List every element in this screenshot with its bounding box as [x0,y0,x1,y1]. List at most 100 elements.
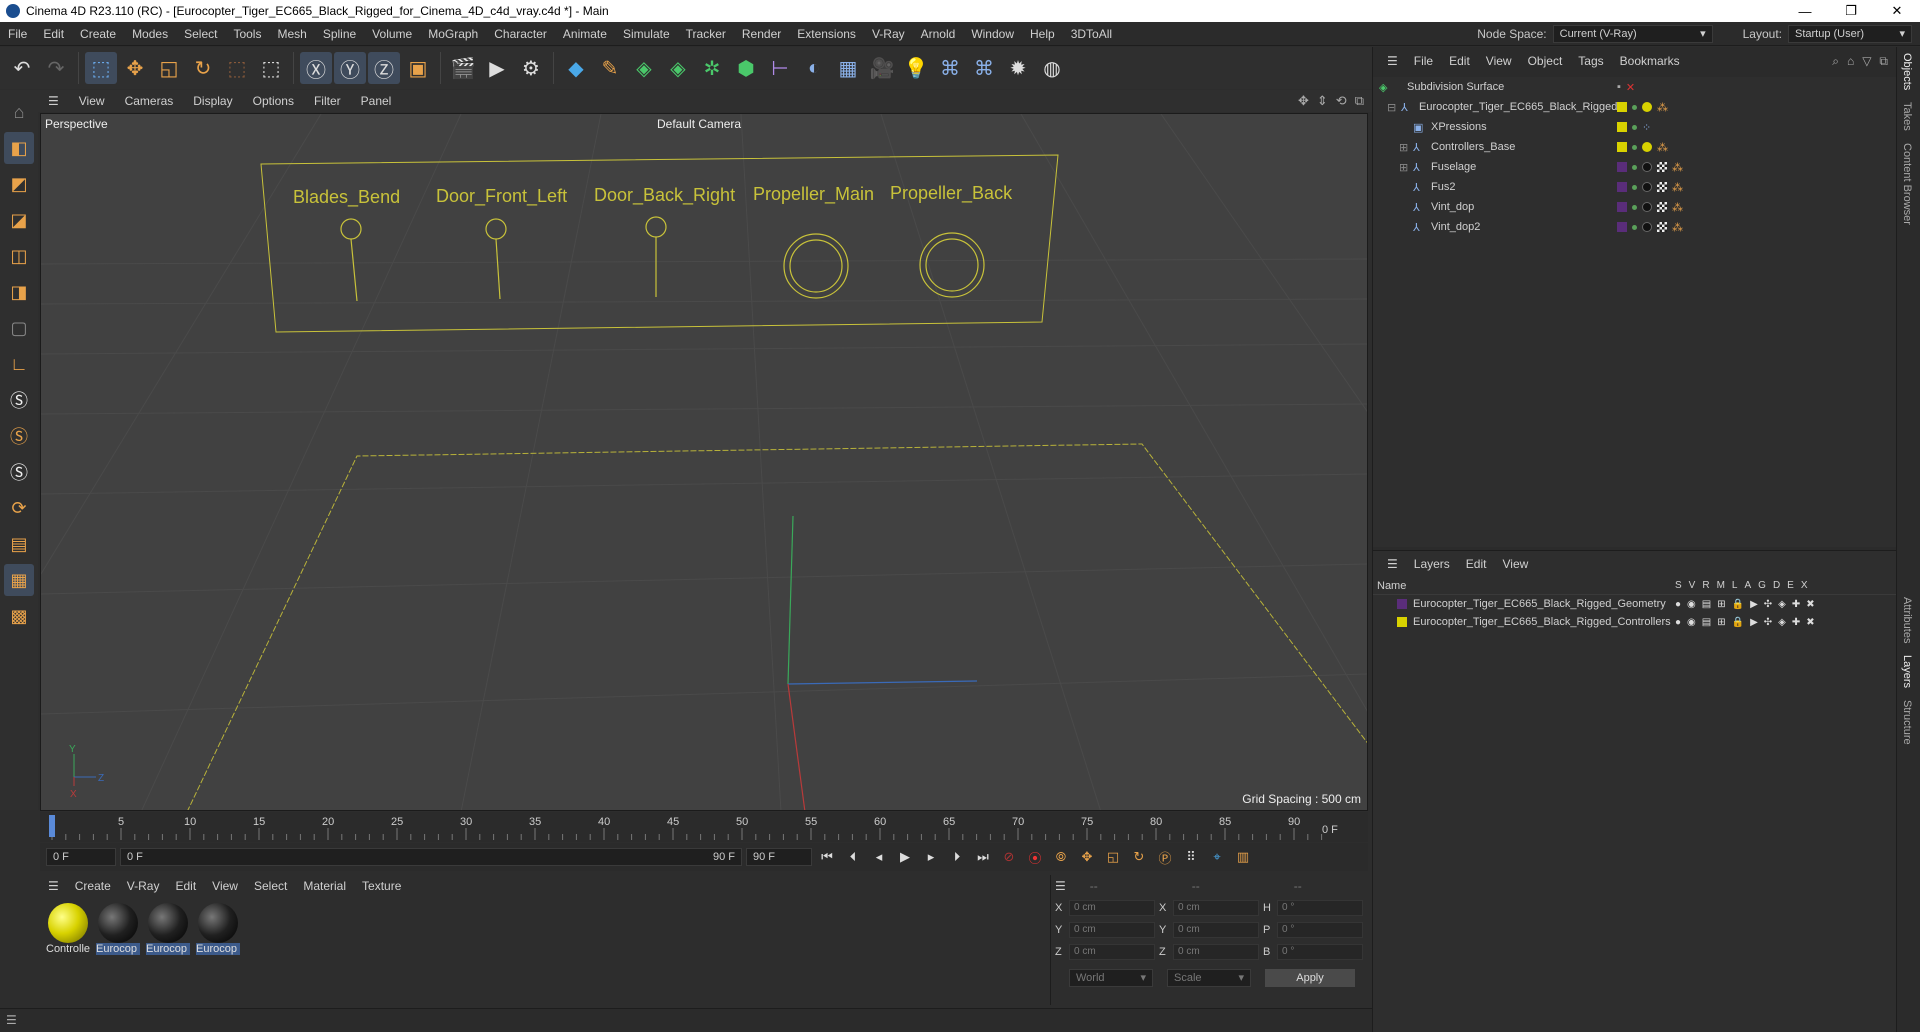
animation-icon[interactable]: ▶ [1750,617,1758,628]
material-tag-icon[interactable] [1642,102,1652,112]
xpresso-tag-icon[interactable]: ⁂ [1657,141,1668,154]
visibility-dot[interactable] [1632,104,1637,110]
coordinate-system-icon[interactable]: ▣ [402,52,434,84]
render-icon[interactable]: ▤ [1702,599,1711,610]
zoom-view-icon[interactable]: ⇕ [1317,93,1328,109]
material-menu-material[interactable]: Material [295,879,354,893]
menu-mesh[interactable]: Mesh [269,27,314,41]
menu-file[interactable]: File [0,27,35,41]
menu-mograph[interactable]: MoGraph [420,27,486,41]
viewport-menu-display[interactable]: Display [183,94,242,108]
menu-arnold[interactable]: Arnold [913,27,964,41]
points-mode-icon[interactable]: ◪ [4,204,34,236]
tab-content-browser[interactable]: Content Browser [1897,137,1917,231]
expand-icon[interactable]: ⊟ [1387,101,1396,114]
3d-viewport[interactable]: Blades_Bend Door_Front_Left Door_Back_Ri… [40,113,1368,811]
viewport-menu-options[interactable]: Options [243,94,304,108]
viewport-menu-panel[interactable]: Panel [351,94,402,108]
tab-objects[interactable]: Objects [1897,47,1917,96]
previous-key-icon[interactable]: ⏴ [842,846,864,868]
autokey-icon[interactable]: ⦿ [1024,846,1046,868]
layers-menu-layers[interactable]: Layers [1406,557,1458,571]
rotation-key-icon[interactable]: ↻ [1128,846,1150,868]
viewport-menu-view[interactable]: View [69,94,115,108]
material-tag-icon[interactable] [1642,222,1652,232]
object-row[interactable]: ◈ Subdivision Surface ▪ ✕ [1373,77,1897,97]
menu-vray[interactable]: V-Ray [864,27,913,41]
tab-takes[interactable]: Takes [1897,96,1917,137]
xpresso-tag-icon[interactable]: ⁂ [1657,101,1668,114]
film-icon[interactable]: ▥ [1232,846,1254,868]
hamburger-icon[interactable]: ☰ [40,879,67,893]
menu-animate[interactable]: Animate [555,27,615,41]
xpresso-tag-icon[interactable]: ⁂ [1672,221,1683,234]
end-frame-field[interactable]: 90 F [746,848,812,866]
vray-globe-icon[interactable]: ◍ [1036,52,1068,84]
move-icon[interactable]: ✥ [119,52,151,84]
material-menu-edit[interactable]: Edit [167,879,204,893]
layer-color-swatch[interactable] [1617,102,1627,112]
xpresso-tag-icon[interactable]: ⁘ [1642,121,1651,134]
viewport-menu-filter[interactable]: Filter [304,94,351,108]
objects-menu-object[interactable]: Object [1520,54,1571,68]
rotate-icon[interactable]: ↻ [187,52,219,84]
render-settings-icon[interactable]: ⚙ [515,52,547,84]
next-frame-icon[interactable]: ▸ [920,846,942,868]
menu-modes[interactable]: Modes [124,27,176,41]
x-axis-lock-icon[interactable]: Ⓧ [300,52,332,84]
scale-icon[interactable]: ◱ [153,52,185,84]
recent-tools-icon[interactable]: ⬚ [221,52,253,84]
rot-h-field[interactable]: 0 ° [1277,900,1363,916]
render-picture-viewer-icon[interactable]: ▶ [481,52,513,84]
record-disabled-icon[interactable]: ⊘ [998,846,1020,868]
material-swatch[interactable]: Eurocop [196,903,240,955]
rotate-view-icon[interactable]: ⟲ [1336,93,1347,109]
tab-layers[interactable]: Layers [1897,649,1917,694]
layout-dropdown[interactable]: Startup (User) ▾ [1788,25,1912,43]
material-menu-vray[interactable]: V-Ray [119,879,168,893]
objects-menu-tags[interactable]: Tags [1570,54,1611,68]
disable-icon[interactable]: ✕ [1626,81,1635,94]
timeline-icon[interactable]: ⌖ [1206,846,1228,868]
parameter-key-icon[interactable]: Ⓟ [1154,846,1176,868]
uvw-tag-icon[interactable] [1657,222,1667,232]
deformer-icon[interactable]: ⊢ [764,52,796,84]
camera-name[interactable]: Default Camera [657,117,741,131]
home-icon[interactable]: ⌂ [1847,54,1854,69]
material-menu-select[interactable]: Select [246,879,295,893]
object-row[interactable]: ⊞ ⅄ Controllers_Base ⁂ [1373,137,1897,157]
xpresso-tag-icon[interactable]: ⁂ [1672,201,1683,214]
live-selection-icon[interactable]: ⬚ [85,52,117,84]
menu-window[interactable]: Window [963,27,1022,41]
objects-menu-edit[interactable]: Edit [1441,54,1478,68]
selection-filter-icon[interactable]: ⬚ [255,52,287,84]
layer-row[interactable]: Eurocopter_Tiger_EC665_Black_Rigged_Cont… [1373,613,1897,631]
objects-menu-file[interactable]: File [1406,54,1441,68]
tab-structure[interactable]: Structure [1897,694,1917,751]
next-key-icon[interactable]: ⏵ [946,846,968,868]
node-space-dropdown[interactable]: Current (V-Ray) ▾ [1552,25,1713,43]
new-window-icon[interactable]: ⧉ [1879,54,1888,69]
material-menu-view[interactable]: View [204,879,246,893]
object-row[interactable]: ▣ XPressions ⁘ [1373,117,1897,137]
hamburger-icon[interactable]: ☰ [1379,557,1406,571]
snap-settings-icon[interactable]: Ⓢ [4,420,34,452]
layer-row[interactable]: Eurocopter_Tiger_EC665_Black_Rigged_Geom… [1373,595,1897,613]
search-icon[interactable]: ⌕ [1832,54,1839,69]
model-mode-icon[interactable]: ◧ [4,132,34,164]
menu-create[interactable]: Create [72,27,124,41]
uv-mode-icon[interactable]: ▢ [4,312,34,344]
layer-color-swatch[interactable] [1617,202,1627,212]
expression-icon[interactable]: ✚ [1792,617,1800,628]
menu-extensions[interactable]: Extensions [789,27,864,41]
frame-range-slider[interactable]: 0 F 90 F [120,848,742,866]
menu-simulate[interactable]: Simulate [615,27,678,41]
object-row[interactable]: ⊟ ⅄ Eurocopter_Tiger_EC665_Black_Rigged … [1373,97,1897,117]
python-icon[interactable]: ⌘ [934,52,966,84]
layer-color-swatch[interactable] [1617,222,1627,232]
layer-color-swatch[interactable] [1617,122,1627,132]
material-tag-icon[interactable] [1642,202,1652,212]
texture-mode-icon[interactable]: ◩ [4,168,34,200]
visibility-dot[interactable] [1632,184,1637,190]
mograph-icon[interactable]: ⬢ [730,52,762,84]
